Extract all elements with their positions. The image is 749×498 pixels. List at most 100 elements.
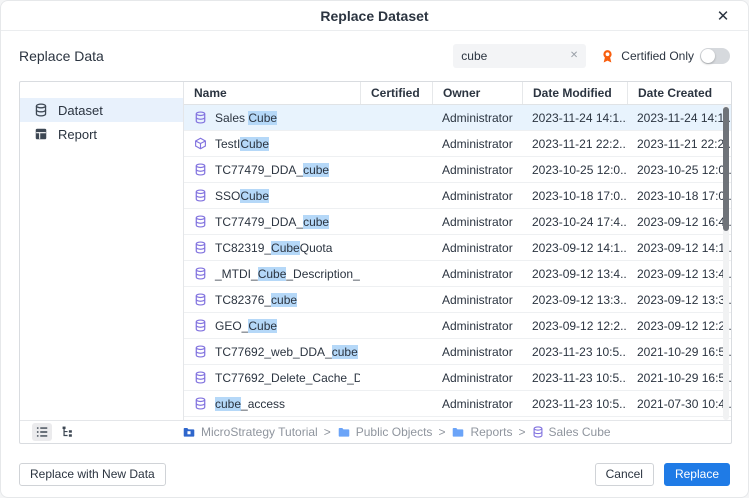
column-header-date-modified[interactable]: Date Modified (522, 82, 627, 104)
dataset-name: TestICube (215, 137, 269, 151)
cell-date-created: 2023-10-18 17:0... (627, 189, 731, 203)
breadcrumb-item[interactable]: Public Objects (337, 425, 433, 439)
dataset-name: TC77692_web_DDA_cube (215, 345, 358, 359)
cell-owner: Administrator (432, 189, 522, 203)
folder-icon (337, 426, 351, 439)
report-icon (34, 127, 48, 141)
dataset-name: GEO_Cube (215, 319, 277, 333)
table-row[interactable]: GEO_Cube Administrator 2023-09-12 12:2..… (184, 313, 731, 339)
list-view-button[interactable] (32, 423, 52, 441)
table-row[interactable]: TC77692_Delete_Cache_D... Administrator … (184, 365, 731, 391)
cell-name: SSOCube (184, 189, 360, 203)
cube-icon (194, 137, 207, 150)
project-folder-icon (182, 426, 196, 439)
dataset-name: _MTDI_Cube_Description_... (215, 267, 360, 281)
cell-name: TC77692_web_DDA_cube (184, 345, 360, 359)
table-row[interactable]: SSOCube Administrator 2023-10-18 17:0...… (184, 183, 731, 209)
table-row[interactable]: TC77692_web_DDA_cube Administrator 2023-… (184, 339, 731, 365)
column-header-name[interactable]: Name (184, 82, 360, 104)
table-header: Name Certified Owner Date Modified Date … (184, 82, 731, 105)
breadcrumb-item[interactable]: MicroStrategy Tutorial (182, 425, 318, 439)
column-header-owner[interactable]: Owner (432, 82, 522, 104)
scrollbar-thumb[interactable] (723, 107, 729, 231)
close-icon[interactable] (712, 5, 734, 27)
table-row[interactable]: _MTDI_Cube_Description_... Administrator… (184, 261, 731, 287)
database-icon (194, 215, 207, 228)
cell-date-created: 2023-10-25 12:0... (627, 163, 731, 177)
breadcrumb-separator: > (324, 425, 331, 439)
toolbar: Replace Data Certified Only (19, 43, 730, 69)
cell-name: Sales Cube (184, 111, 360, 125)
breadcrumb-label: Public Objects (356, 425, 433, 439)
cancel-button[interactable]: Cancel (595, 463, 654, 486)
cell-owner: Administrator (432, 397, 522, 411)
clear-search-icon[interactable] (570, 51, 578, 61)
cell-name: TC82376_cube (184, 293, 360, 307)
search-box (453, 44, 586, 68)
table-row[interactable]: TC77479_DDA_cube Administrator 2023-10-2… (184, 209, 731, 235)
table-row[interactable]: TC77479_DDA_cube Administrator 2023-10-2… (184, 157, 731, 183)
cell-name: TC82319_CubeQuota (184, 241, 360, 255)
sidebar-item-report[interactable]: Report (20, 122, 183, 146)
dataset-name: TC82376_cube (215, 293, 297, 307)
dialog-title: Replace Dataset (320, 8, 428, 24)
sidebar: Dataset Report (20, 82, 184, 420)
table-row[interactable]: TC82319_CubeQuota Administrator 2023-09-… (184, 235, 731, 261)
breadcrumb-separator: > (518, 425, 525, 439)
cell-date-modified: 2023-11-23 10:5... (522, 371, 627, 385)
breadcrumb-item[interactable]: Reports (451, 425, 512, 439)
replace-with-new-data-button[interactable]: Replace with New Data (19, 463, 166, 486)
cell-owner: Administrator (432, 319, 522, 333)
cell-date-modified: 2023-09-12 14:1... (522, 241, 627, 255)
sidebar-item-dataset[interactable]: Dataset (20, 98, 183, 122)
cell-owner: Administrator (432, 371, 522, 385)
cell-date-modified: 2023-11-23 10:5... (522, 345, 627, 359)
cell-owner: Administrator (432, 241, 522, 255)
cell-owner: Administrator (432, 293, 522, 307)
column-header-date-created[interactable]: Date Created (627, 82, 731, 104)
cell-date-modified: 2023-10-18 17:0... (522, 189, 627, 203)
table-row[interactable]: TC82376_cube Administrator 2023-09-12 13… (184, 287, 731, 313)
certified-only-label: Certified Only (621, 49, 694, 63)
cell-date-modified: 2023-11-23 10:5... (522, 397, 627, 411)
cell-date-created: 2021-10-29 16:5... (627, 371, 731, 385)
dataset-name: Sales Cube (215, 111, 277, 125)
certified-ribbon-icon (600, 49, 615, 64)
search-input[interactable] (461, 49, 564, 63)
cell-name: TestICube (184, 137, 360, 151)
table-row[interactable]: cube_access Administrator 2023-11-23 10:… (184, 391, 731, 417)
cell-date-modified: 2023-09-12 12:2... (522, 319, 627, 333)
cell-date-modified: 2023-09-12 13:4... (522, 267, 627, 281)
table-row[interactable]: TestICube Administrator 2023-11-21 22:2.… (184, 131, 731, 157)
sidebar-item-label: Report (58, 127, 97, 142)
certified-only-toggle[interactable] (700, 48, 730, 64)
cell-owner: Administrator (432, 215, 522, 229)
cell-date-created: 2023-11-21 22:2... (627, 137, 731, 151)
column-header-certified[interactable]: Certified (360, 82, 432, 104)
database-icon (194, 111, 207, 124)
cell-owner: Administrator (432, 163, 522, 177)
breadcrumb-label: Sales Cube (549, 425, 611, 439)
replace-button[interactable]: Replace (664, 463, 730, 486)
cell-date-created: 2023-11-24 14:1... (627, 111, 731, 125)
dialog-actions: Replace with New Data Cancel Replace (19, 462, 730, 486)
cell-date-created: 2023-09-12 12:2... (627, 319, 731, 333)
breadcrumb-label: MicroStrategy Tutorial (201, 425, 318, 439)
database-icon (194, 241, 207, 254)
tree-view-button[interactable] (58, 423, 78, 441)
cell-date-modified: 2023-10-24 17:4... (522, 215, 627, 229)
cell-owner: Administrator (432, 345, 522, 359)
results-table: Name Certified Owner Date Modified Date … (184, 82, 731, 420)
database-icon (194, 319, 207, 332)
breadcrumb: MicroStrategy Tutorial > Public Objects > Re… (182, 425, 611, 439)
table-row[interactable]: Sales Cube Administrator 2023-11-24 14:1… (184, 105, 731, 131)
breadcrumb-item[interactable]: Sales Cube (532, 425, 611, 439)
database-icon (194, 371, 207, 384)
cell-date-created: 2021-07-30 10:4... (627, 397, 731, 411)
database-icon (34, 103, 48, 117)
database-icon (194, 293, 207, 306)
database-icon (194, 345, 207, 358)
database-icon (532, 426, 544, 438)
dataset-name: SSOCube (215, 189, 269, 203)
replace-dataset-dialog: Replace Dataset Replace Data Certified O… (0, 0, 749, 498)
